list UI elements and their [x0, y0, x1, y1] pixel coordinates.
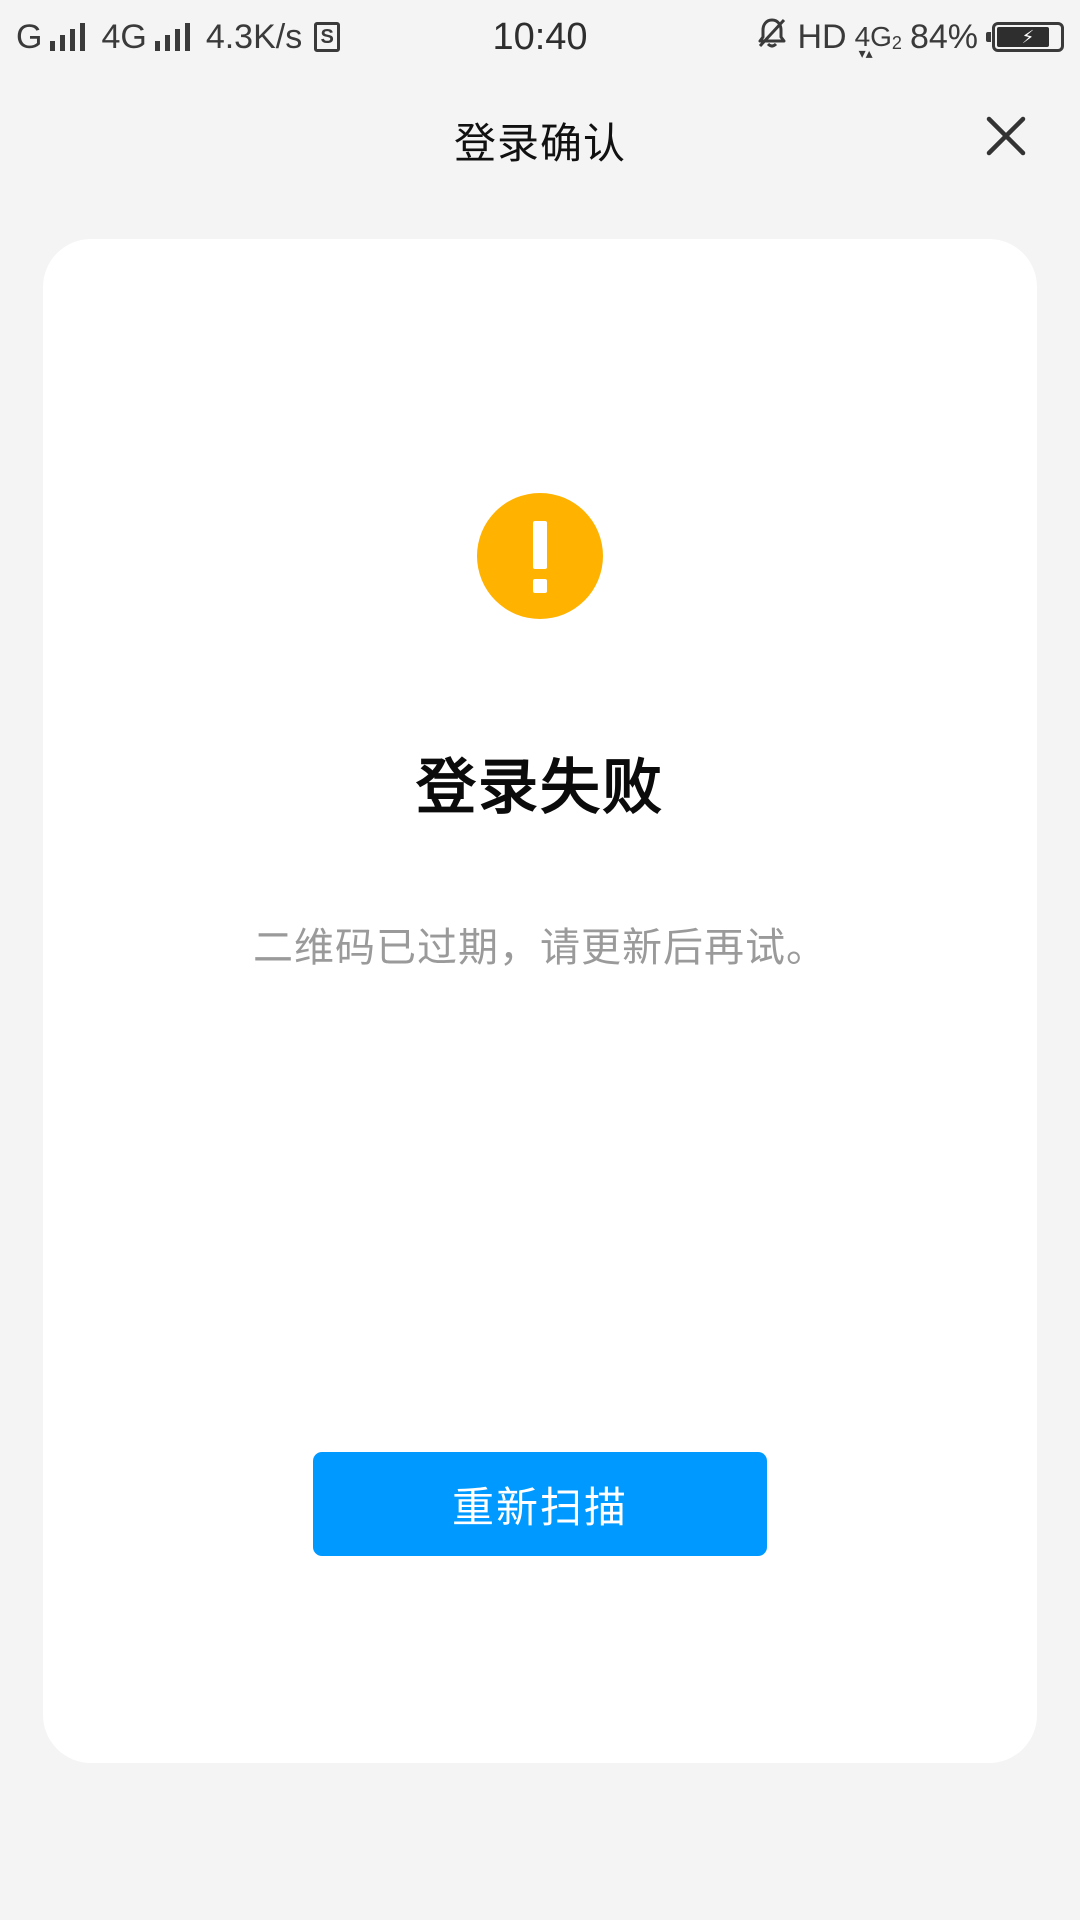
- bolt-icon: ⚡: [1021, 26, 1035, 47]
- net-speed: 4.3K/s: [205, 17, 303, 56]
- status-right: HD 4G 2 ▾▴ 84% ⚡: [755, 0, 1064, 74]
- signal-icon: [154, 23, 190, 51]
- close-button[interactable]: [970, 102, 1042, 174]
- battery-charging-icon: ⚡: [986, 22, 1064, 52]
- status-left: G 4G 4.3K/s S: [16, 0, 341, 74]
- status-bar: G 4G 4.3K/s S 10:40 HD 4G 2 ▾▴ 84% ⚡: [0, 0, 1080, 74]
- exclamation-bar: [533, 521, 547, 569]
- network-type-indicator: 4G 2 ▾▴: [855, 21, 902, 61]
- header: 登录确认: [0, 74, 1080, 204]
- carrier-2-label: 4G: [101, 17, 147, 56]
- sim-icon: S: [314, 22, 341, 52]
- data-arrows-icon: ▾▴: [858, 44, 873, 61]
- result-title: 登录失败: [416, 753, 664, 823]
- battery-percent: 84%: [909, 17, 978, 56]
- signal-icon: [50, 23, 86, 51]
- hd-label: HD: [797, 17, 847, 56]
- network-sub-label: 2: [891, 32, 902, 53]
- exclamation-icon: [477, 493, 603, 619]
- rescan-button[interactable]: 重新扫描: [313, 1452, 767, 1556]
- result-card: 登录失败 二维码已过期，请更新后再试。 重新扫描: [43, 239, 1037, 1763]
- mute-bell-icon: [755, 16, 789, 59]
- exclamation-dot: [533, 579, 547, 593]
- close-icon: [986, 116, 1026, 160]
- page-title: 登录确认: [453, 119, 626, 168]
- carrier-1-label: G: [16, 17, 43, 56]
- result-message: 二维码已过期，请更新后再试。: [253, 925, 827, 971]
